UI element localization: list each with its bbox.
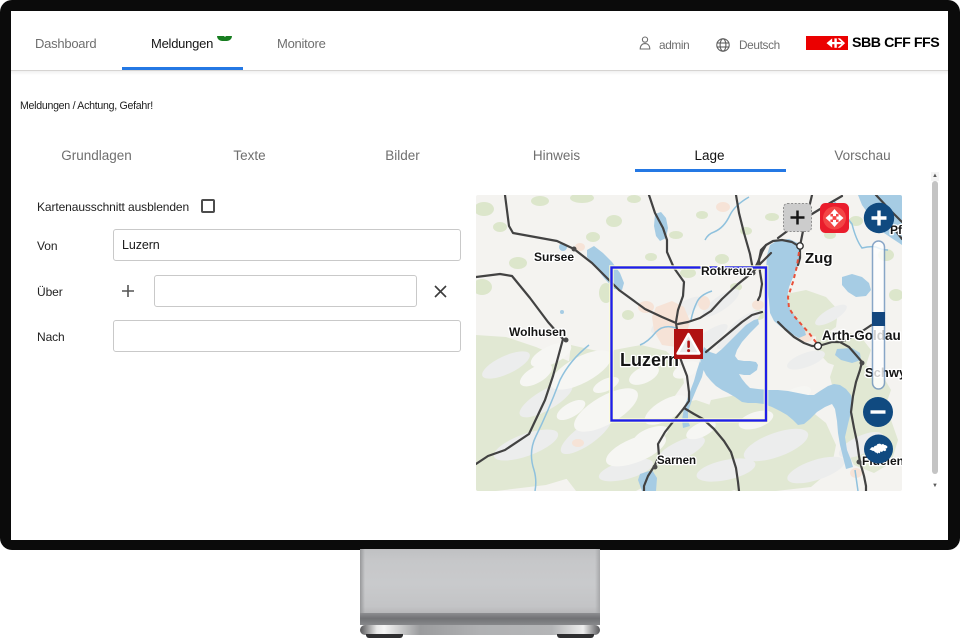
svg-text:Sursee: Sursee <box>534 250 574 264</box>
svg-text:Sarnen: Sarnen <box>657 455 696 467</box>
svg-text:Zug: Zug <box>805 250 833 267</box>
svg-text:Wolhusen: Wolhusen <box>509 325 566 339</box>
svg-text:Rotkreuz: Rotkreuz <box>701 264 752 278</box>
svg-text:Arth-Goldau: Arth-Goldau <box>822 328 901 343</box>
svg-text:Luzern: Luzern <box>620 350 679 370</box>
